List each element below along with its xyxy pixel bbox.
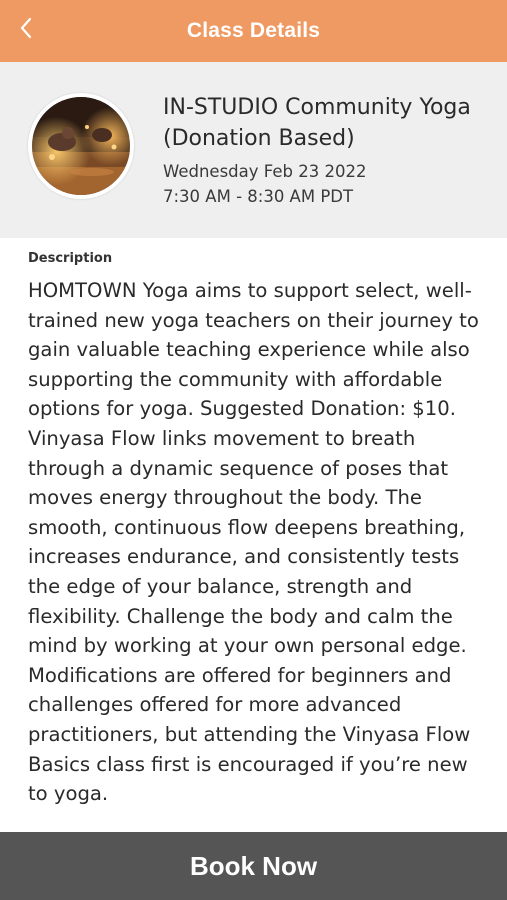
class-name: IN-STUDIO Community Yoga (Donation Based… [163, 95, 471, 151]
class-time: 7:30 AM - 8:30 AM PDT [163, 187, 354, 206]
avatar [28, 93, 134, 199]
back-button[interactable] [10, 10, 42, 46]
chevron-left-icon [20, 17, 32, 39]
description-text: HOMTOWN Yoga aims to support select, wel… [28, 279, 479, 806]
book-now-button[interactable]: Book Now [0, 832, 507, 900]
class-details-screen: Class Details IN-STUDIO Community Yoga (… [0, 0, 507, 900]
page-title: Class Details [186, 19, 321, 42]
description-label: Description [28, 251, 113, 266]
class-info: IN-STUDIO Community Yoga (Donation Based… [163, 92, 493, 209]
book-now-label: Book Now [189, 850, 318, 881]
description-section: Description HOMTOWN Yoga aims to support… [28, 250, 490, 809]
class-image [32, 97, 130, 195]
header-bar: Class Details [0, 0, 507, 62]
class-summary-card: IN-STUDIO Community Yoga (Donation Based… [0, 62, 507, 238]
class-date: Wednesday Feb 23 2022 [163, 162, 367, 181]
